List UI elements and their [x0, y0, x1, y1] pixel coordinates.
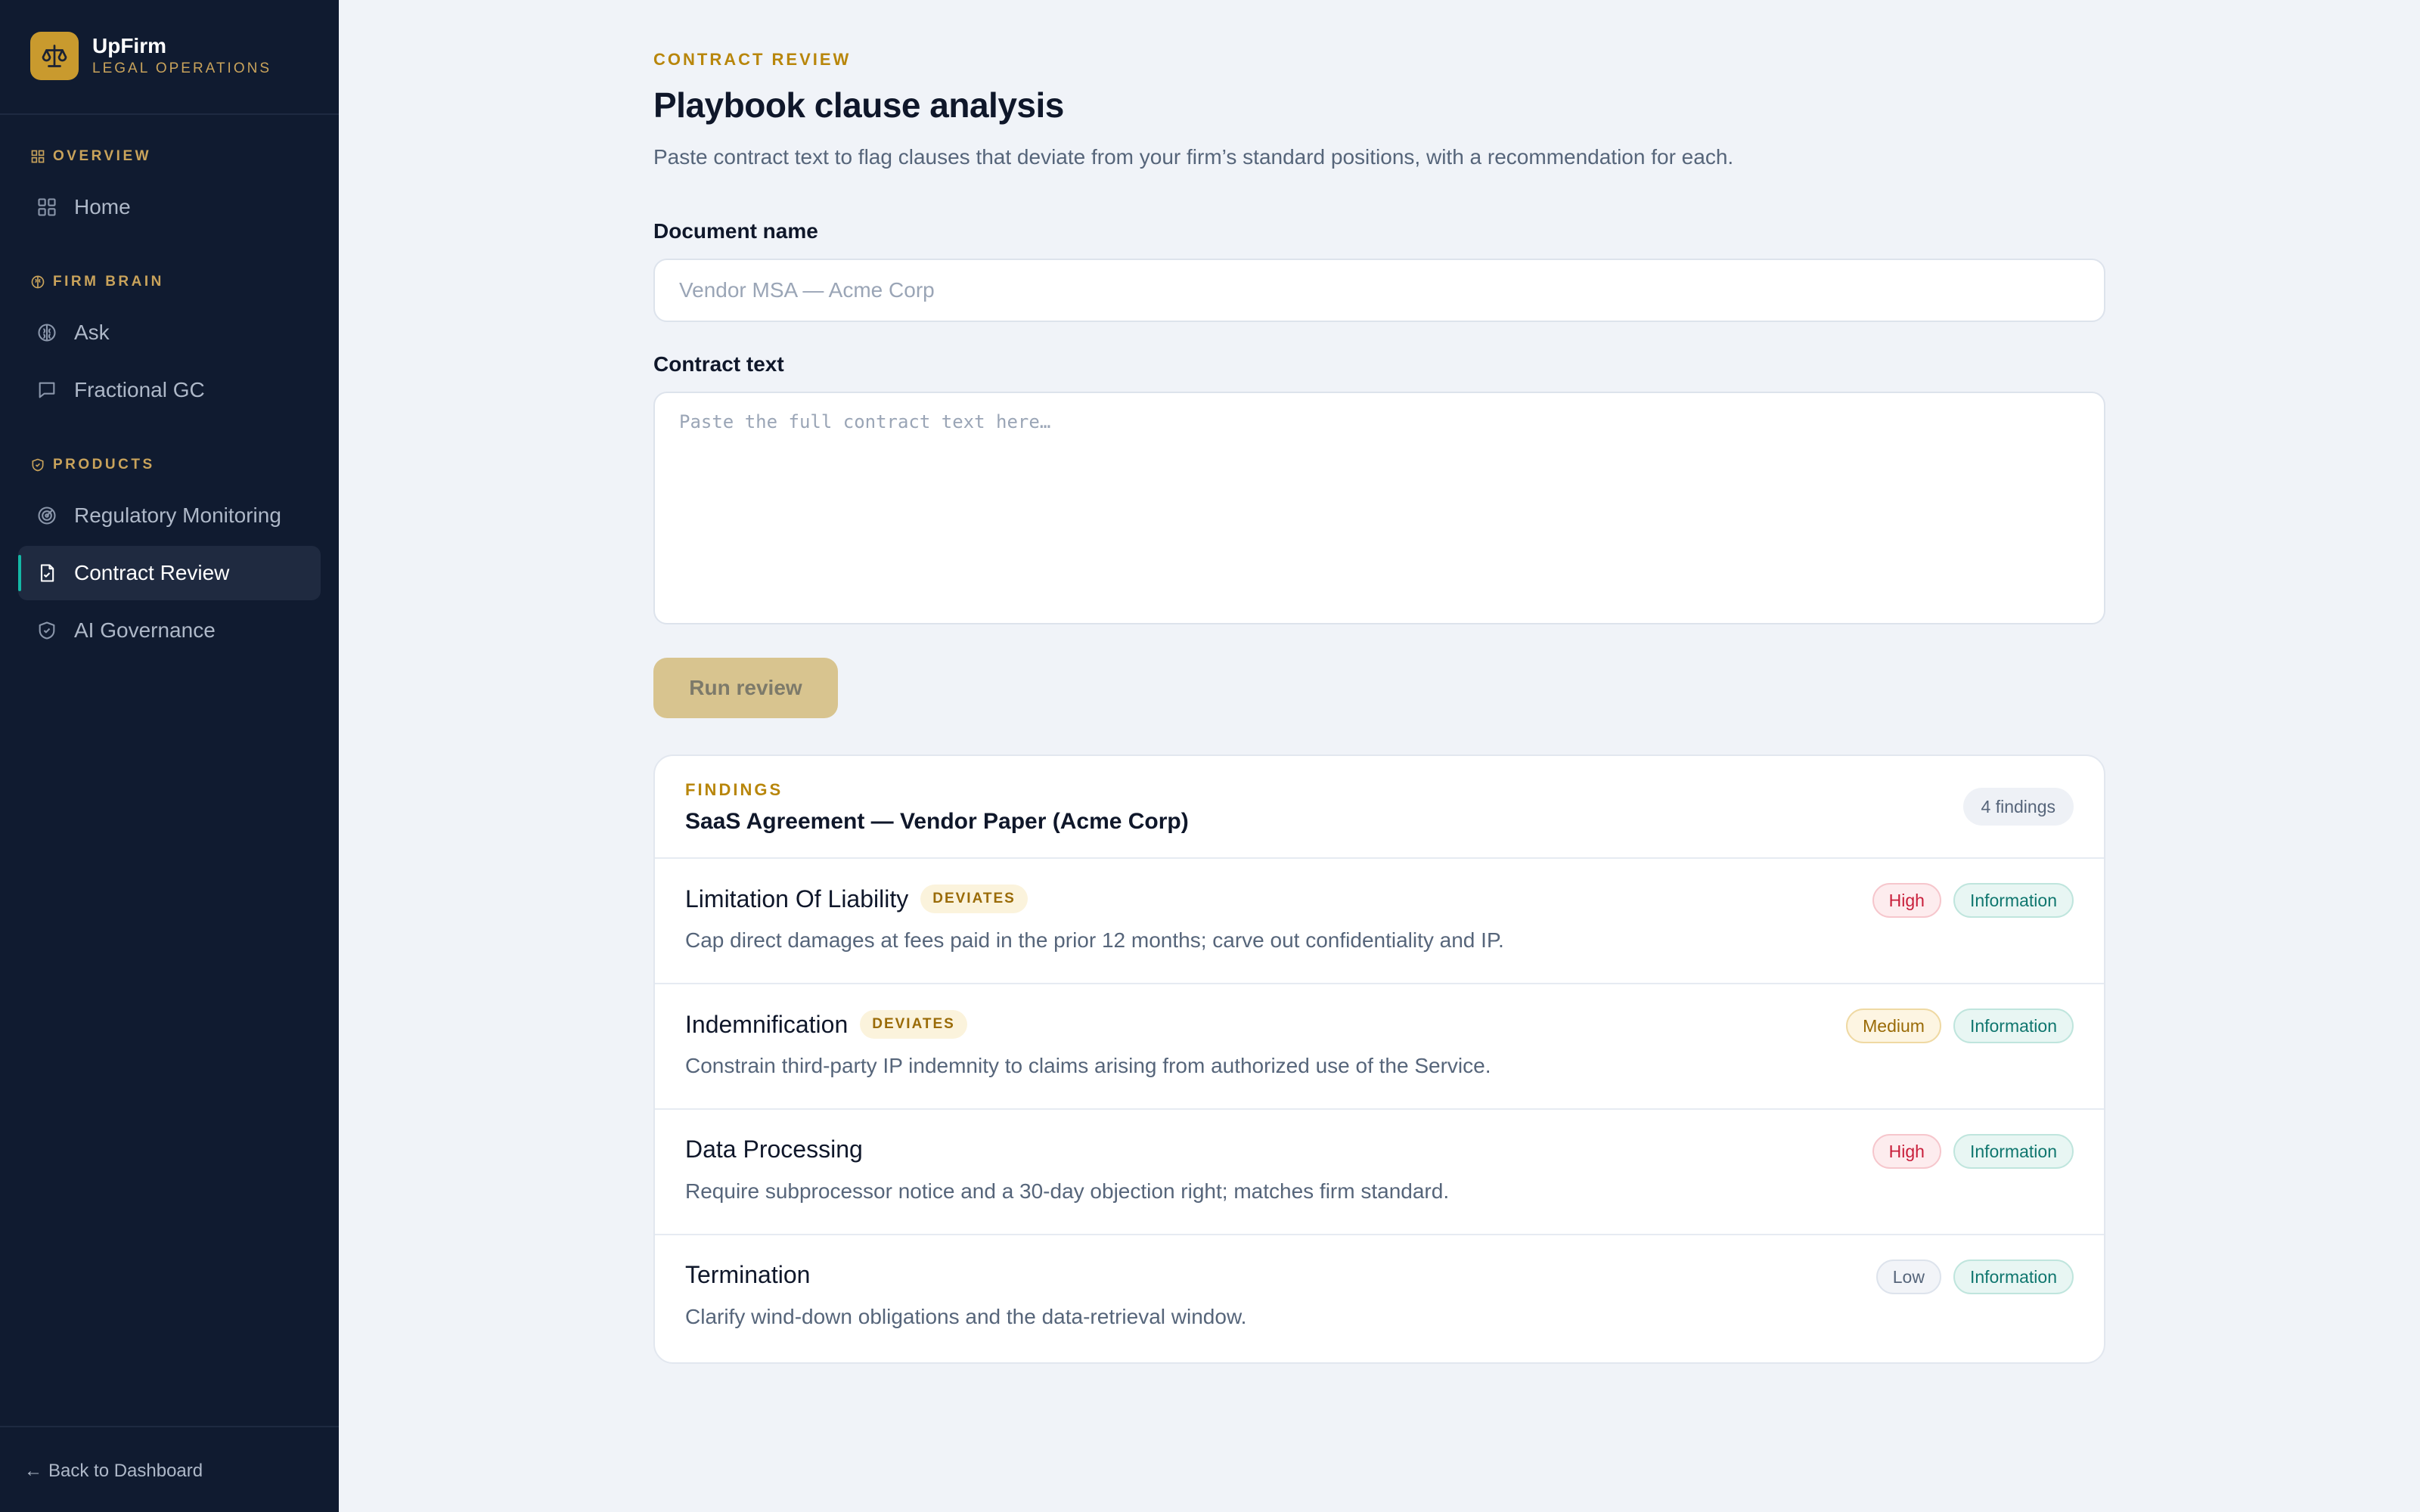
findings-eyebrow: FINDINGS — [685, 780, 783, 799]
type-badge: Information — [1953, 1134, 2074, 1169]
finding-description: Require subprocessor notice and a 30-day… — [685, 1179, 1450, 1203]
deviates-badge: DEVIATES — [920, 885, 1028, 913]
document-name-input[interactable] — [653, 259, 2105, 322]
grid-icon — [38, 198, 56, 216]
finding-title: Limitation Of Liability — [685, 885, 909, 912]
brain-icon — [31, 275, 45, 289]
brand-subtitle: LEGAL OPERATIONS — [92, 60, 271, 76]
severity-badge: Medium — [1846, 1009, 1941, 1043]
findings-header: FINDINGS SaaS Agreement — Vendor Paper (… — [655, 756, 2104, 859]
sidebar-item-regulatory-monitoring[interactable]: Regulatory Monitoring — [18, 488, 321, 543]
section-overview: OVERVIEW — [30, 147, 151, 166]
chat-icon — [39, 382, 55, 398]
section-overview-label: OVERVIEW — [53, 148, 152, 164]
sidebar-divider — [0, 1426, 339, 1427]
back-to-dashboard-label: Back to Dashboard — [48, 1461, 203, 1481]
brand[interactable]: UpFirm LEGAL OPERATIONS — [30, 32, 271, 80]
finding-description: Clarify wind-down obligations and the da… — [685, 1305, 1247, 1328]
document-icon — [40, 564, 54, 582]
sidebar-item-label: AI Governance — [74, 618, 216, 642]
sidebar-item-label: Fractional GC — [74, 378, 205, 401]
contract-text-label: Contract text — [653, 352, 784, 376]
grid-icon — [31, 150, 45, 163]
finding-row[interactable]: Limitation Of Liability DEVIATES High In… — [655, 859, 2104, 984]
severity-badge: High — [1872, 883, 1941, 918]
sidebar-item-ask[interactable]: Ask — [18, 305, 321, 360]
page-title: Playbook clause analysis — [653, 85, 1064, 125]
section-firm-brain: FIRM BRAIN — [30, 272, 164, 292]
sidebar-item-label: Ask — [74, 321, 110, 344]
section-products: PRODUCTS — [30, 455, 155, 475]
type-badge: Information — [1953, 1259, 2074, 1294]
brand-name: UpFirm — [92, 34, 166, 57]
sidebar-divider — [0, 113, 339, 115]
severity-badge: Low — [1876, 1259, 1941, 1294]
shield-icon — [32, 458, 44, 472]
type-badge: Information — [1953, 1009, 2074, 1043]
radar-icon — [38, 507, 56, 525]
arrow-left-icon: ← — [24, 1461, 42, 1481]
findings-count-badge: 4 findings — [1962, 788, 2074, 826]
page-description: Paste contract text to flag clauses that… — [653, 145, 1734, 169]
run-review-button[interactable]: Run review — [653, 658, 838, 718]
sidebar-item-ai-governance[interactable]: AI Governance — [18, 603, 321, 658]
sidebar-item-home[interactable]: Home — [18, 180, 321, 234]
contract-text-area[interactable] — [653, 392, 2105, 624]
section-firm-brain-label: FIRM BRAIN — [53, 274, 164, 290]
finding-title: Data Processing — [685, 1136, 863, 1163]
back-to-dashboard-link[interactable]: ← Back to Dashboard — [24, 1461, 203, 1482]
finding-title: Termination — [685, 1261, 811, 1288]
sidebar-item-label: Contract Review — [74, 561, 230, 584]
sidebar-item-contract-review[interactable]: Contract Review — [18, 546, 321, 600]
page-eyebrow: CONTRACT REVIEW — [653, 50, 852, 69]
finding-row[interactable]: Data Processing High Information Require… — [655, 1110, 2104, 1235]
finding-row[interactable]: Indemnification DEVIATES Medium Informat… — [655, 984, 2104, 1110]
sidebar-item-label: Regulatory Monitoring — [74, 503, 281, 527]
scales-icon — [30, 32, 79, 80]
finding-description: Constrain third-party IP indemnity to cl… — [685, 1054, 1491, 1077]
finding-row[interactable]: Termination Low Information Clarify wind… — [655, 1235, 2104, 1361]
shield-check-icon — [39, 621, 55, 640]
deviates-badge: DEVIATES — [860, 1010, 967, 1039]
findings-title: SaaS Agreement — Vendor Paper (Acme Corp… — [685, 809, 1189, 834]
section-products-label: PRODUCTS — [53, 457, 155, 472]
type-badge: Information — [1953, 883, 2074, 918]
sidebar-item-fractional-gc[interactable]: Fractional GC — [18, 363, 321, 417]
findings-card: FINDINGS SaaS Agreement — Vendor Paper (… — [653, 754, 2105, 1364]
brain-icon — [38, 324, 56, 342]
document-name-label: Document name — [653, 219, 818, 243]
sidebar: UpFirm LEGAL OPERATIONS OVERVIEW Home FI… — [0, 0, 339, 1512]
sidebar-item-label: Home — [74, 195, 131, 218]
finding-title: Indemnification — [685, 1010, 849, 1038]
severity-badge: High — [1872, 1134, 1941, 1169]
finding-description: Cap direct damages at fees paid in the p… — [685, 928, 1504, 952]
